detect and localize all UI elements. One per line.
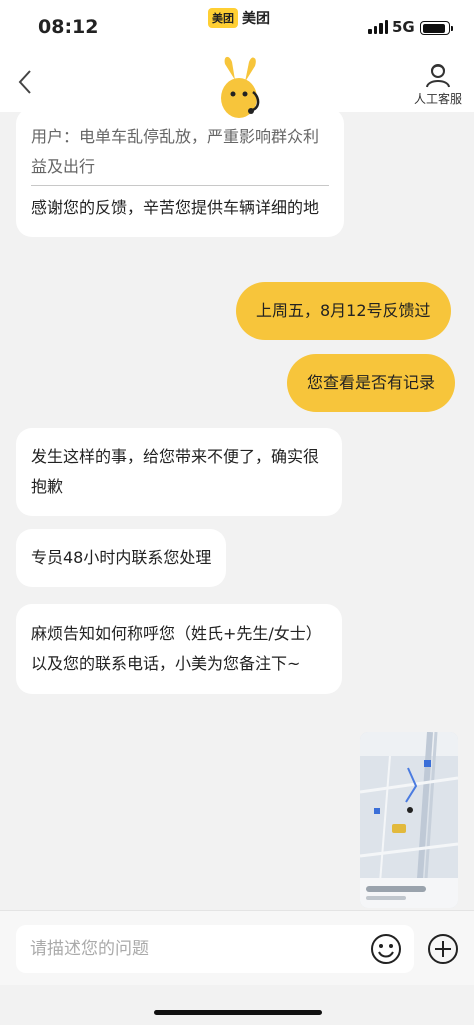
input-bar bbox=[0, 910, 474, 985]
quoted-user-message: 用户：电单车乱停乱放，严重影响群众利益及出行 bbox=[31, 127, 320, 176]
message-text: 专员48小时内联系您处理 bbox=[31, 548, 212, 567]
quote-divider bbox=[31, 185, 329, 186]
message-text: 麻烦告知如何称呼您（姓氏+先生/女士）以及您的联系电话，小美为您备注下~ bbox=[31, 624, 322, 673]
signal-icon bbox=[368, 20, 388, 34]
meituan-logo: 美团 bbox=[208, 8, 238, 28]
app-name: 美团 bbox=[242, 11, 270, 27]
message-text: 您查看是否有记录 bbox=[307, 373, 436, 392]
message-text: 感谢您的反馈，辛苦您提供车辆详细的地 bbox=[31, 198, 320, 217]
status-time: 08:12 bbox=[38, 16, 99, 38]
message-bubble-incoming: 麻烦告知如何称呼您（姓氏+先生/女士）以及您的联系电话，小美为您备注下~ bbox=[16, 604, 342, 694]
message-text: 发生这样的事，给您带来不便了，确实很抱歉 bbox=[31, 447, 320, 496]
human-service-button[interactable]: 人工客服 bbox=[414, 62, 462, 107]
back-button[interactable] bbox=[10, 64, 40, 100]
smiley-icon[interactable] bbox=[370, 933, 402, 965]
message-input[interactable] bbox=[16, 925, 346, 973]
message-bubble-outgoing: 您查看是否有记录 bbox=[287, 354, 456, 412]
chat-area[interactable]: 用户：电单车乱停乱放，严重影响群众利益及出行 感谢您的反馈，辛苦您提供车辆详细的… bbox=[0, 112, 474, 910]
service-label: 人工客服 bbox=[413, 92, 462, 106]
message-input-box[interactable] bbox=[16, 925, 414, 973]
chevron-left-icon bbox=[18, 70, 31, 94]
message-bubble-outgoing: 上周五，8月12号反馈过 bbox=[236, 282, 451, 340]
home-indicator bbox=[154, 1010, 322, 1015]
plus-circle-icon[interactable] bbox=[427, 933, 459, 965]
kangaroo-mascot-icon bbox=[221, 56, 260, 118]
map-image bbox=[360, 732, 458, 908]
map-screenshot-image[interactable] bbox=[360, 732, 458, 908]
message-bubble-incoming: 发生这样的事，给您带来不便了，确实很抱歉 bbox=[16, 428, 342, 516]
message-text: 上周五，8月12号反馈过 bbox=[256, 301, 431, 320]
message-bubble-incoming: 专员48小时内联系您处理 bbox=[16, 529, 227, 587]
status-bar: 08:12 美团 美团 5G bbox=[0, 0, 474, 52]
network-type: 5G bbox=[392, 18, 415, 36]
battery-icon bbox=[420, 21, 453, 35]
message-bubble-quoted-reply: 用户：电单车乱停乱放，严重影响群众利益及出行 感谢您的反馈，辛苦您提供车辆详细的… bbox=[16, 112, 344, 237]
app-badge: 美团 美团 bbox=[208, 8, 270, 28]
mascot-avatar bbox=[203, 54, 273, 124]
headset-person-icon bbox=[425, 64, 450, 88]
